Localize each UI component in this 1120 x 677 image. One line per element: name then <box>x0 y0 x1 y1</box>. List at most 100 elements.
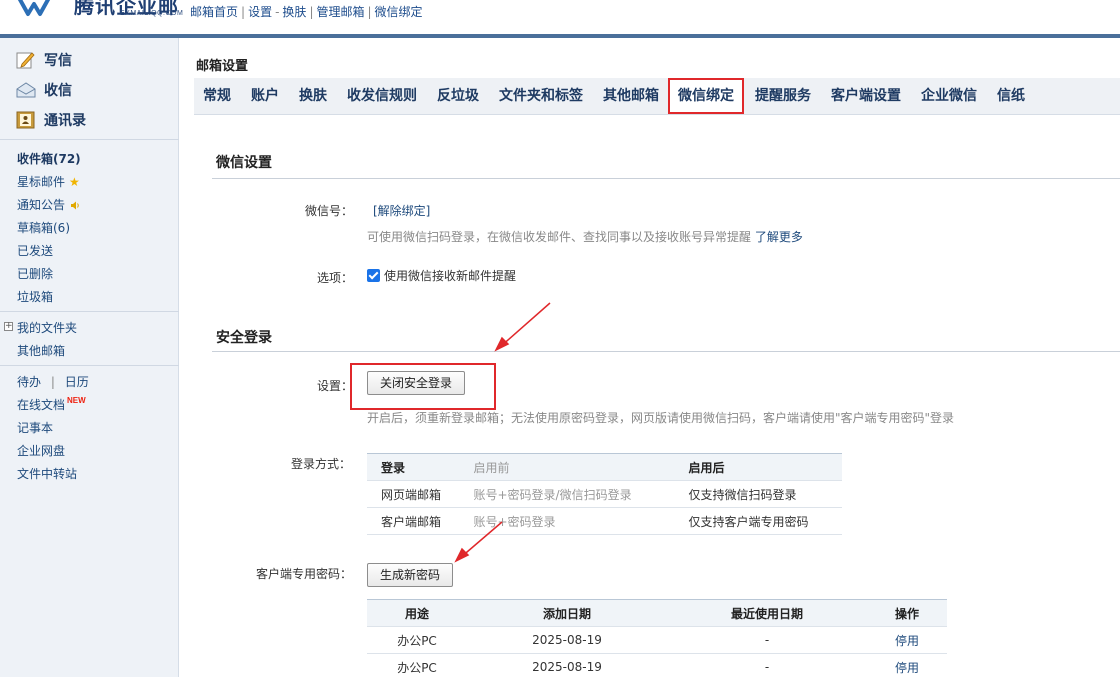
table-cell: 账号+密码登录 <box>459 507 675 535</box>
tab-wework[interactable]: 企业微信 <box>921 78 977 115</box>
tab-antispam[interactable]: 反垃圾 <box>437 78 479 115</box>
settings-tabs: 常规 账户 换肤 收发信规则 反垃圾 文件夹和标签 其他邮箱 微信绑定 提醒服务… <box>194 78 1120 115</box>
tab-general[interactable]: 常规 <box>203 78 231 115</box>
sidebar: 写信 收信 通讯录 收件箱(72) 星标邮件 ★ 通知公告 草稿箱(6) 已发送 … <box>0 38 179 677</box>
sidebar-item-deleted[interactable]: 已删除 <box>17 265 53 282</box>
sidebar-item-spam[interactable]: 垃圾箱 <box>17 288 53 305</box>
unbind-link[interactable]: [解除绑定] <box>373 202 430 219</box>
tab-folders-labels[interactable]: 文件夹和标签 <box>499 78 583 115</box>
column-header: 最近使用日期 <box>667 599 867 627</box>
contacts-button[interactable]: 通讯录 <box>16 109 86 131</box>
sidebar-item-netdisk[interactable]: 企业网盘 <box>17 442 65 459</box>
tab-stationery[interactable]: 信纸 <box>997 78 1025 115</box>
table-row: 办公PC 2025-08-19 - 停用 <box>367 653 947 677</box>
login-method-label: 登录方式： <box>291 457 352 471</box>
speaker-icon <box>71 201 79 210</box>
top-link-separator: | <box>241 5 246 19</box>
sidebar-item-todo[interactable]: 待办 <box>17 375 41 389</box>
column-header: 操作 <box>867 599 947 627</box>
security-section-title: 安全登录 <box>216 330 272 346</box>
inbox-label: 收信 <box>44 83 72 99</box>
sidebar-item-label: 通知公告 <box>17 198 66 212</box>
sidebar-item-drafts[interactable]: 草稿箱(6) <box>17 219 70 236</box>
table-cell: 仅支持客户端专用密码 <box>674 507 842 535</box>
logo-subtext: EXMAIL.QQ.COM <box>120 10 184 17</box>
table-cell: 仅支持微信扫码登录 <box>674 480 842 508</box>
learn-more-link[interactable]: 了解更多 <box>755 230 803 244</box>
star-icon: ★ <box>69 175 80 189</box>
client-password-label: 客户端专用密码： <box>256 567 353 581</box>
secure-login-hint: 开启后，须重新登录邮箱；无法使用原密码登录，网页版请使用微信扫码，客户端请使用"… <box>367 411 955 425</box>
top-link-manage[interactable]: 管理邮箱 <box>316 5 364 19</box>
sidebar-item-starred[interactable]: 星标邮件 ★ <box>17 173 80 190</box>
checkbox-checked-icon[interactable] <box>367 269 380 282</box>
contacts-label: 通讯录 <box>44 113 86 129</box>
option-text: 使用微信接收新邮件提醒 <box>384 269 517 283</box>
tab-account[interactable]: 账户 <box>251 78 279 115</box>
table-header-row: 登录 启用前 启用后 <box>367 453 842 481</box>
close-secure-login-button[interactable]: 关闭安全登录 <box>367 371 466 395</box>
top-link-settings[interactable]: 设置 <box>248 5 272 19</box>
sidebar-item-inbox[interactable]: 收件箱(72) <box>17 150 81 167</box>
top-link-separator: | <box>367 5 372 19</box>
column-header: 用途 <box>367 599 467 627</box>
column-header: 添加日期 <box>467 599 667 627</box>
logo-icon <box>17 0 51 16</box>
top-link-separator: - <box>275 5 280 19</box>
table-row: 客户端邮箱 账号+密码登录 仅支持客户端专用密码 <box>367 507 842 535</box>
section-divider <box>212 351 1120 352</box>
table-cell: 客户端邮箱 <box>367 507 460 535</box>
sidebar-item-online-docs[interactable]: 在线文档 NEW <box>17 396 86 413</box>
table-cell: 办公PC <box>367 653 467 677</box>
expand-icon[interactable]: + <box>4 322 13 331</box>
top-bar: 腾讯企业邮 EXMAIL.QQ.COM 邮箱首页 | 设置 - 换肤 | 管理邮箱 | 微信绑定 <box>0 0 1120 34</box>
table-cell: - <box>667 626 867 654</box>
sidebar-item-notes[interactable]: 记事本 <box>17 419 53 436</box>
sidebar-todo-calendar: 待办 | 日历 <box>17 373 89 390</box>
column-header: 启用后 <box>674 453 842 481</box>
tab-other-mailbox[interactable]: 其他邮箱 <box>603 78 659 115</box>
table-cell: 网页端邮箱 <box>367 480 460 508</box>
wechat-id-label: 微信号： <box>305 204 354 218</box>
login-method-table: 登录 启用前 启用后 网页端邮箱 账号+密码登录/微信扫码登录 仅支持微信扫码登… <box>367 453 842 535</box>
sidebar-item-other-mailbox[interactable]: 其他邮箱 <box>17 342 65 359</box>
sidebar-item-calendar[interactable]: 日历 <box>65 375 89 389</box>
tab-rules[interactable]: 收发信规则 <box>347 78 417 115</box>
sidebar-item-sent[interactable]: 已发送 <box>17 242 53 259</box>
compose-button[interactable]: 写信 <box>16 49 72 71</box>
sidebar-divider <box>0 365 179 366</box>
tab-reminders[interactable]: 提醒服务 <box>755 78 811 115</box>
disable-password-link[interactable]: 停用 <box>895 634 919 648</box>
section-divider <box>212 178 1120 179</box>
top-link-home[interactable]: 邮箱首页 <box>190 5 238 19</box>
sidebar-item-transfer[interactable]: 文件中转站 <box>17 465 77 482</box>
top-link-skin[interactable]: 换肤 <box>282 5 306 19</box>
top-link-separator: | <box>309 5 314 19</box>
wechat-hint: 可使用微信扫码登录，在微信收发邮件、查找同事以及接收账号异常提醒 了解更多 <box>367 228 803 245</box>
wechat-notify-option[interactable]: 使用微信接收新邮件提醒 <box>367 267 516 284</box>
table-header-row: 用途 添加日期 最近使用日期 操作 <box>367 599 947 627</box>
tab-skin[interactable]: 换肤 <box>299 78 327 115</box>
column-header: 登录 <box>367 453 460 481</box>
sidebar-item-my-folders[interactable]: 我的文件夹 <box>17 319 77 336</box>
table-cell: 2025-08-19 <box>467 626 667 654</box>
sidebar-item-label: 在线文档 <box>17 398 66 412</box>
sidebar-separator: | <box>50 375 55 389</box>
sidebar-divider <box>0 139 179 140</box>
table-row: 办公PC 2025-08-19 - 停用 <box>367 626 947 654</box>
table-row: 网页端邮箱 账号+密码登录/微信扫码登录 仅支持微信扫码登录 <box>367 480 842 508</box>
compose-icon <box>16 51 36 69</box>
tab-client-settings[interactable]: 客户端设置 <box>831 78 901 115</box>
tab-wechat-binding[interactable]: 微信绑定 <box>668 78 744 114</box>
table-cell: 账号+密码登录/微信扫码登录 <box>459 480 675 508</box>
sidebar-item-label: 星标邮件 <box>17 175 66 189</box>
table-cell: 办公PC <box>367 626 467 654</box>
table-cell: - <box>667 653 867 677</box>
generate-password-button[interactable]: 生成新密码 <box>367 563 454 587</box>
inbox-button[interactable]: 收信 <box>16 79 72 101</box>
top-link-wechat[interactable]: 微信绑定 <box>375 5 423 19</box>
sidebar-item-notices[interactable]: 通知公告 <box>17 196 80 213</box>
top-links: 邮箱首页 | 设置 - 换肤 | 管理邮箱 | 微信绑定 <box>190 3 423 20</box>
inbox-icon <box>16 81 36 99</box>
disable-password-link[interactable]: 停用 <box>895 661 919 675</box>
